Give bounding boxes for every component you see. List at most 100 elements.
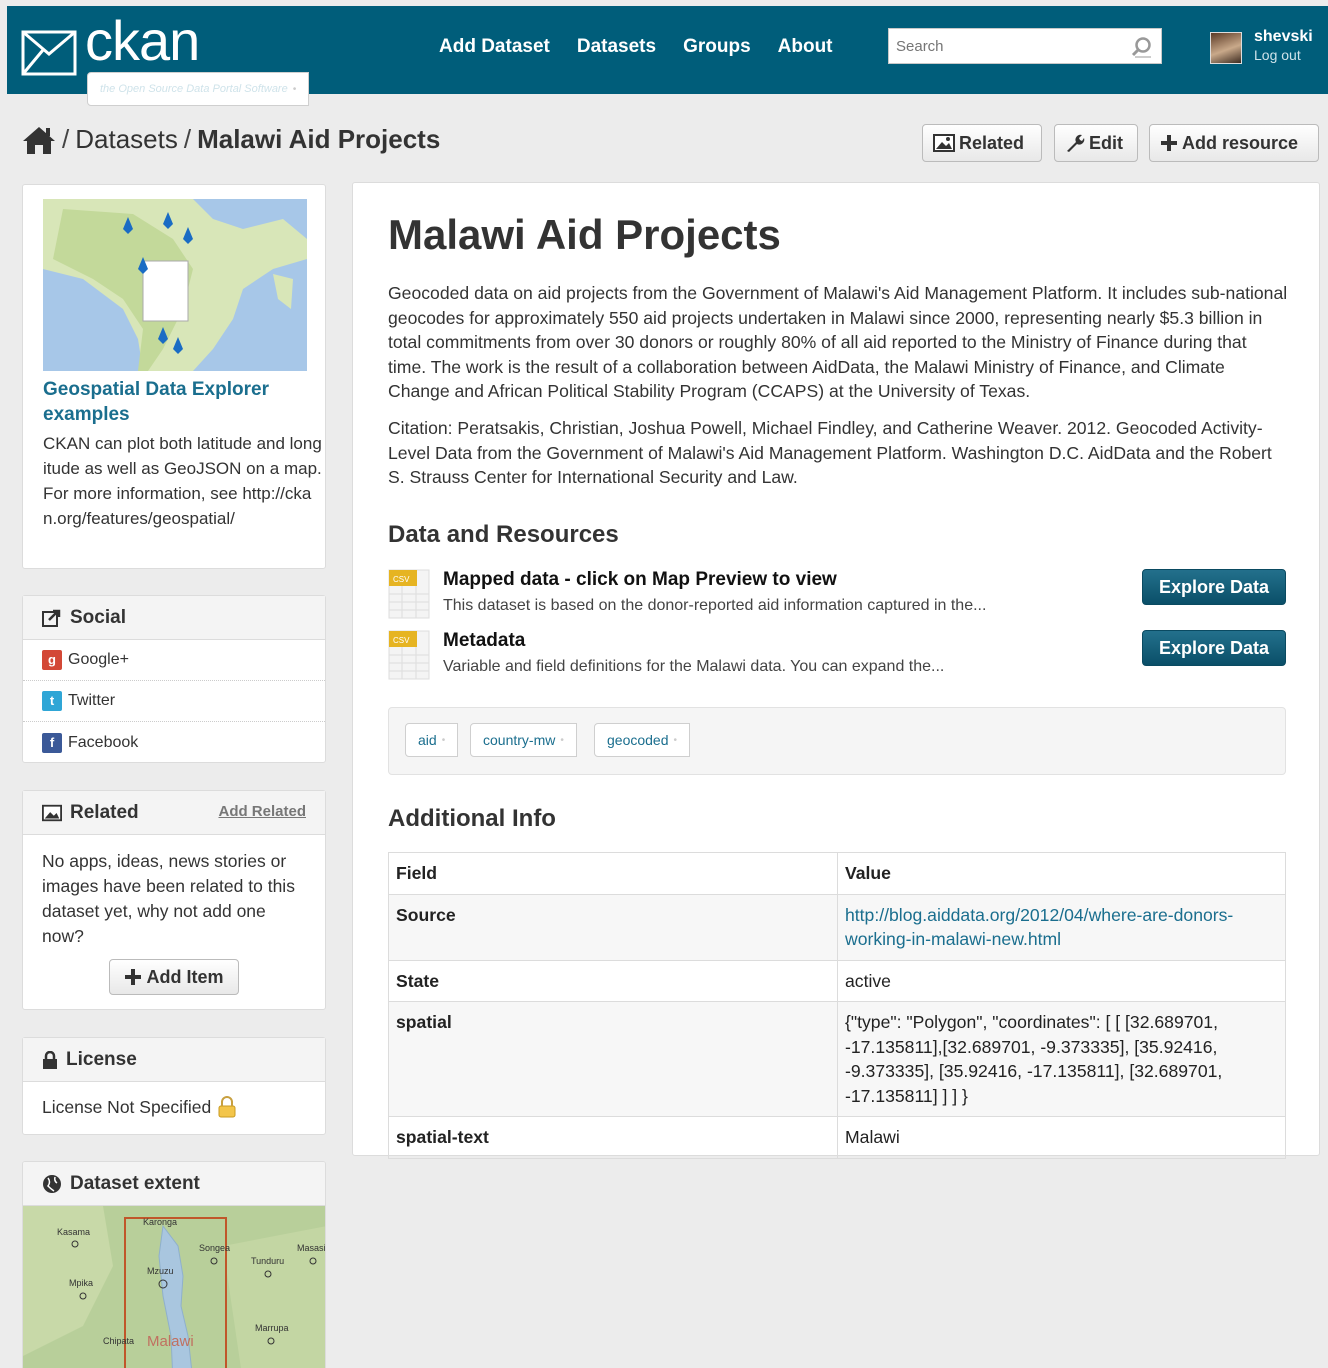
edit-button[interactable]: Edit [1054,124,1138,162]
resource-description: This dataset is based on the donor-repor… [443,597,987,614]
additional-info-heading: Additional Info [388,805,556,832]
google-plus-icon: g [42,650,62,670]
csv-file-icon: CSV [388,630,430,680]
social-panel-header: Social [23,596,325,640]
globe-icon [43,1174,61,1193]
dataset-citation: Citation: Peratsakis, Christian, Joshua … [388,418,1272,487]
social-twitter[interactable]: t Twitter [23,681,325,722]
field-value: active [837,959,1286,1002]
tag-geocoded[interactable]: geocoded [594,723,691,757]
table-row: Source http://blog.aiddata.org/2012/04/w… [388,893,1286,961]
related-button[interactable]: Related [922,124,1042,162]
nav-datasets[interactable]: Datasets [577,36,656,58]
column-header: Value [837,852,1286,895]
social-facebook[interactable]: f Facebook [23,722,325,763]
ckan-logo[interactable]: ckan the Open Source Data Portal Softwar… [21,9,311,106]
envelope-icon [21,30,77,76]
dataset-description: Geocoded data on aid projects from the G… [388,283,1288,401]
resources-heading: Data and Resources [388,521,619,548]
breadcrumb-separator: / [183,124,192,154]
logout-link[interactable]: Log out [1254,47,1301,63]
resource-description: Variable and field definitions for the M… [443,658,945,675]
extent-panel-header: Dataset extent [23,1162,325,1206]
avatar[interactable] [1210,32,1242,64]
social-title: Social [70,606,126,628]
plus-icon [125,969,142,985]
license-panel-header: License [23,1038,325,1082]
extent-title: Dataset extent [70,1172,200,1194]
breadcrumb-current[interactable]: Malawi Aid Projects [197,124,440,155]
extent-map[interactable]: Kasama Karonga Songea Tunduru Masasi Mpi… [23,1206,326,1368]
nav-add-dataset[interactable]: Add Dataset [439,36,550,58]
license-title: License [66,1048,137,1070]
explore-data-button[interactable]: Explore Data [1142,630,1286,666]
place-label: Karonga [143,1217,177,1227]
search-input[interactable] [889,29,1119,63]
license-closed-icon [218,1096,236,1118]
csv-file-icon: CSV [388,569,430,619]
social-label: Google+ [68,651,129,668]
place-label: Marrupa [255,1323,289,1333]
table-row: spatial {"type": "Polygon", "coordinates… [388,1001,1286,1117]
featured-related-panel: Geospatial Data Explorer examples CKAN c… [22,184,326,569]
add-related-link[interactable]: Add Related [218,803,306,820]
home-icon[interactable] [22,125,56,155]
dataset-content: Malawi Aid Projects Geocoded data on aid… [352,182,1320,1159]
resource-item[interactable]: CSV Metadata Variable and field definiti… [388,630,1286,680]
social-label: Twitter [68,692,116,709]
nav-groups[interactable]: Groups [683,36,751,58]
feature-title-link[interactable]: Geospatial Data Explorer examples [43,377,313,427]
column-header: Field [388,852,838,895]
user-name-link[interactable]: shevski [1254,28,1313,46]
lock-icon [43,1050,57,1069]
place-label: Songea [199,1243,230,1253]
search-box [888,28,1162,64]
edit-button-label: Edit [1089,132,1123,153]
add-item-label: Add Item [146,966,224,987]
tag-country-mw[interactable]: country-mw [470,723,577,757]
resource-item[interactable]: CSV Mapped data - click on Map Preview t… [388,569,1286,619]
masthead: ckan the Open Source Data Portal Softwar… [7,6,1328,106]
share-icon [42,609,61,627]
resource-title[interactable]: Metadata [443,630,525,652]
related-title: Related [70,801,139,823]
place-label: Kasama [57,1227,90,1237]
field-value: http://blog.aiddata.org/2012/04/where-ar… [837,893,1286,961]
source-link[interactable]: http://blog.aiddata.org/2012/04/where-ar… [845,905,1233,950]
add-resource-button[interactable]: Add resource [1149,124,1319,162]
social-google-plus[interactable]: g Google+ [23,640,325,681]
plus-icon [1161,135,1177,151]
related-empty-text: No apps, ideas, news stories or images h… [42,851,295,946]
place-label: Mpika [69,1278,93,1288]
field-name: Source [388,893,838,961]
nav-about[interactable]: About [778,36,833,58]
field-name: State [388,959,838,1002]
picture-icon [42,804,62,821]
logo-tagline: the Open Source Data Portal Software [87,72,310,106]
field-value: {"type": "Polygon", "coordinates": [ [ [… [837,1001,1286,1117]
add-item-button[interactable]: Add Item [109,959,239,995]
breadcrumb-separator: / [62,124,70,154]
search-icon[interactable] [1131,36,1153,58]
explore-data-button[interactable]: Explore Data [1142,569,1286,605]
breadcrumb-datasets[interactable]: Datasets [75,124,178,155]
field-name: spatial-text [388,1116,838,1159]
africa-map-thumbnail[interactable] [43,199,307,371]
resource-format-label: CSV [393,575,410,584]
place-label: Tunduru [251,1256,284,1266]
related-button-label: Related [959,132,1025,153]
picture-icon [933,134,955,152]
place-label: Mzuzu [147,1266,174,1276]
license-value-row: License Not Specified [42,1096,237,1118]
resource-format-label: CSV [393,636,410,645]
wrench-icon [1067,134,1085,152]
facebook-icon: f [42,732,62,753]
social-panel: Social g Google+ t Twitter f Facebook [22,595,326,763]
feature-description: CKAN can plot both latitude and longitud… [43,434,322,528]
license-panel: License License Not Specified [22,1037,326,1135]
tag-aid[interactable]: aid [405,723,459,757]
table-row: spatial-text Malawi [388,1116,1286,1159]
tag-list: aid country-mw geocoded [388,707,1286,775]
resource-title[interactable]: Mapped data - click on Map Preview to vi… [443,569,837,591]
place-label: Chipata [103,1336,134,1346]
